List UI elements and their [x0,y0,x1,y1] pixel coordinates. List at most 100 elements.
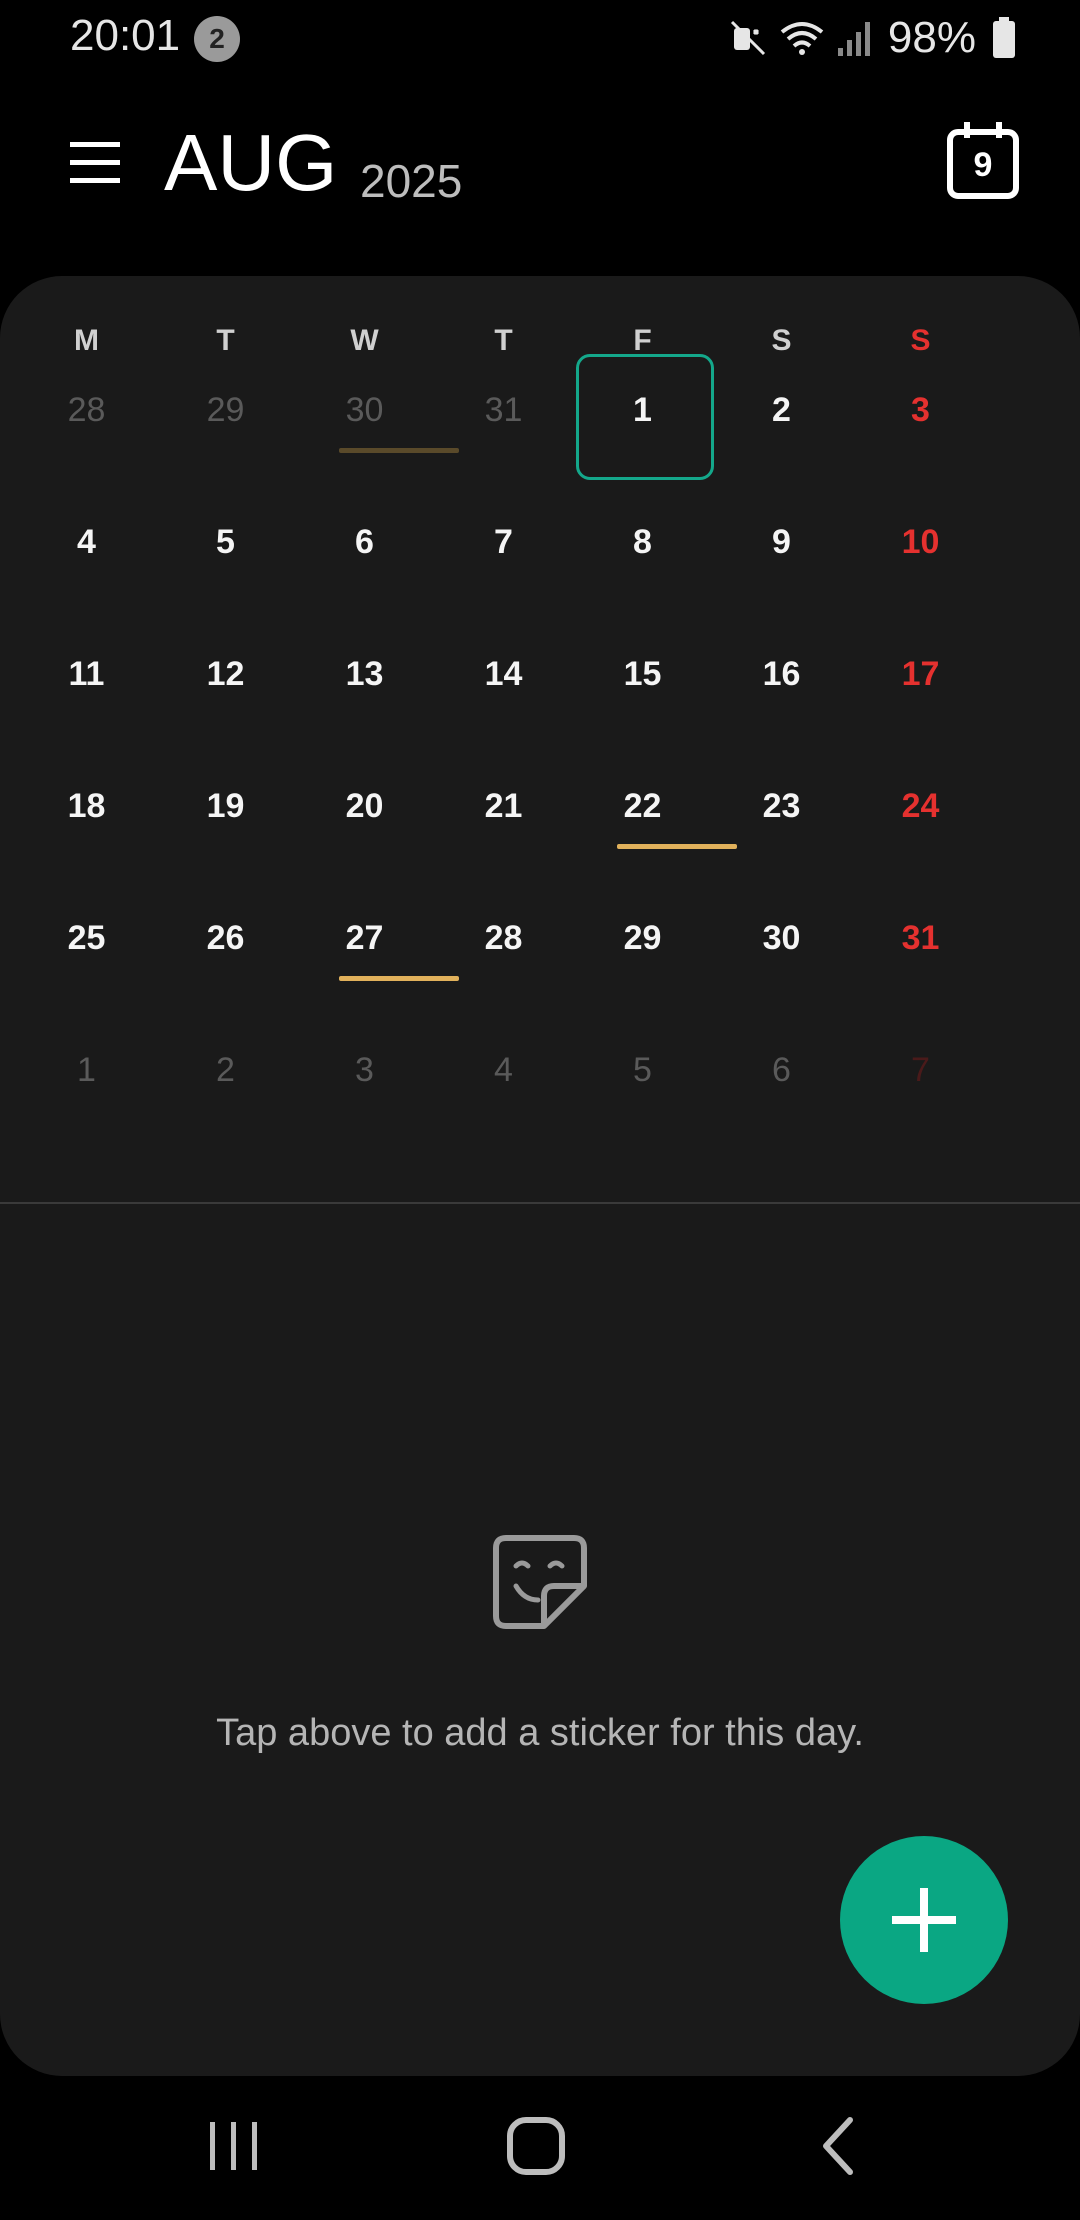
recent-apps-icon [210,2122,257,2170]
day-cell[interactable]: 17 [851,644,990,776]
day-cell[interactable]: 18 [17,776,156,908]
mute-icon [730,20,765,56]
day-cell[interactable]: 31 [851,908,990,1040]
day-number: 31 [901,919,940,957]
day-cell[interactable]: 29 [156,380,295,512]
empty-state-message: Tap above to add a sticker for this day. [216,1712,864,1754]
day-number: 22 [623,787,662,825]
weekday-label: T [494,324,513,357]
weekday-label: S [910,324,931,357]
day-number: 30 [762,919,801,957]
battery-percent: 98% [887,13,976,62]
battery-icon [993,17,1015,58]
navigation-bar [0,2076,1080,2220]
signal-icon [837,22,870,56]
menu-button[interactable] [60,128,130,198]
day-number: 5 [633,1051,652,1089]
day-number: 21 [484,787,523,825]
sticker-icon[interactable] [492,1534,588,1630]
day-cell[interactable]: 23 [712,776,851,908]
day-cell[interactable]: 9 [712,512,851,644]
day-cell[interactable]: 3 [295,1040,434,1172]
day-number: 2 [216,1051,235,1089]
day-cell[interactable]: 4 [434,1040,573,1172]
back-button[interactable] [800,2106,880,2186]
home-button[interactable] [496,2106,576,2186]
day-number: 13 [345,655,384,693]
day-cell[interactable]: 1 [17,1040,156,1172]
day-number: 3 [355,1051,374,1089]
day-number: 10 [901,523,940,561]
day-cell[interactable]: 16 [712,644,851,776]
day-cell[interactable]: 10 [851,512,990,644]
day-number: 19 [206,787,245,825]
day-number: 23 [762,787,801,825]
day-cell[interactable]: 2 [712,380,851,512]
day-cell[interactable]: 24 [851,776,990,908]
weekday-label: S [771,324,792,357]
day-number: 7 [494,523,513,561]
day-cell[interactable]: 21 [434,776,573,908]
day-cell[interactable]: 13 [295,644,434,776]
day-number: 4 [494,1051,513,1089]
day-cell[interactable]: 30 [295,380,459,512]
day-number: 4 [77,523,96,561]
day-number: 24 [901,787,940,825]
day-cell[interactable]: 5 [573,1040,712,1172]
day-cell[interactable]: 15 [573,644,712,776]
day-number: 28 [67,391,106,429]
day-number: 28 [484,919,523,957]
hamburger-icon [70,142,120,183]
day-cell[interactable]: 20 [295,776,434,908]
day-number: 12 [206,655,245,693]
day-cell[interactable]: 8 [573,512,712,644]
day-cell[interactable]: 27 [295,908,459,1040]
weekday-label: T [216,324,235,357]
weekday-label: F [633,324,652,357]
day-cell[interactable]: 2 [156,1040,295,1172]
day-cell[interactable]: 5 [156,512,295,644]
status-time: 20:01 [70,11,181,60]
day-number: 25 [67,919,106,957]
recent-apps-button[interactable] [194,2106,274,2186]
day-number: 14 [484,655,523,693]
day-number: 17 [901,655,940,693]
day-cell[interactable]: 28 [17,380,156,512]
day-number: 3 [911,391,930,429]
day-number: 5 [216,523,235,561]
day-cell[interactable]: 26 [156,908,295,1040]
day-cell[interactable]: 14 [434,644,573,776]
app-header: AUG 2025 9 [0,100,1080,230]
day-number: 20 [345,787,384,825]
day-cell[interactable]: 11 [17,644,156,776]
day-cell[interactable]: 12 [156,644,295,776]
day-number: 29 [206,391,245,429]
day-cell[interactable]: 28 [434,908,573,1040]
day-number: 2 [772,391,791,429]
day-cell[interactable]: 7 [434,512,573,644]
day-cell[interactable]: 25 [17,908,156,1040]
day-number: 1 [77,1051,96,1089]
day-cell[interactable]: 29 [573,908,712,1040]
day-cell[interactable]: 6 [712,1040,851,1172]
year-label[interactable]: 2025 [360,136,462,226]
plus-icon [892,1888,956,1952]
day-cell[interactable]: 4 [17,512,156,644]
day-cell[interactable]: 19 [156,776,295,908]
month-label[interactable]: AUG [164,118,337,208]
day-cell[interactable]: 31 [434,380,573,512]
day-cell[interactable]: 3 [851,380,990,512]
status-bar: 20:01 2 98% [0,0,1080,72]
wifi-icon [780,22,824,55]
divider [0,1202,1080,1204]
today-button[interactable]: 9 [946,120,1020,200]
day-number: 11 [68,655,105,693]
day-cell[interactable]: 6 [295,512,434,644]
day-number: 29 [623,919,662,957]
day-cell[interactable]: 30 [712,908,851,1040]
add-event-button[interactable] [840,1836,1008,2004]
day-cell[interactable]: 22 [573,776,737,908]
day-cell[interactable]: 7 [851,1040,990,1172]
day-number: 15 [623,655,662,693]
today-number: 9 [973,146,993,184]
